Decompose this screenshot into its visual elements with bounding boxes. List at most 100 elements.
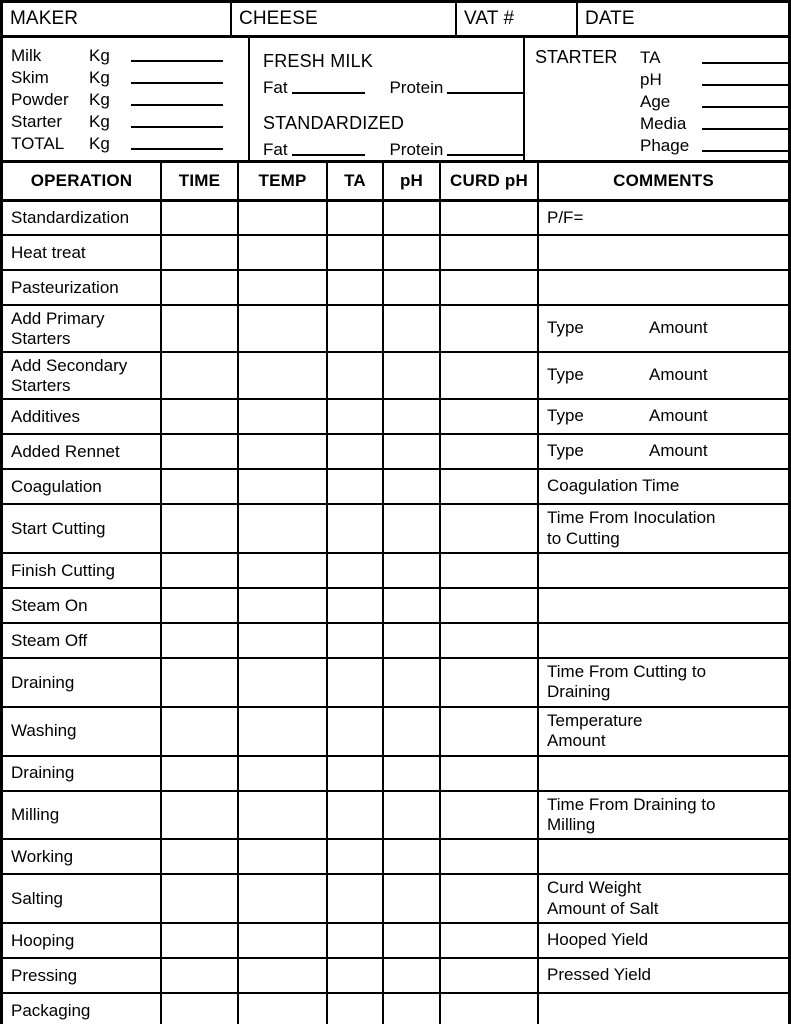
milk-row-input[interactable] <box>131 51 223 62</box>
ta-entry-cell[interactable] <box>327 399 384 436</box>
ta-entry-cell[interactable] <box>327 874 384 925</box>
ph-entry-cell[interactable] <box>383 622 441 659</box>
curd-ph-entry-cell[interactable] <box>440 235 539 271</box>
curd-ph-entry-cell[interactable] <box>440 993 539 1024</box>
time-entry-cell[interactable] <box>161 587 239 624</box>
temp-entry-cell[interactable] <box>238 200 328 236</box>
comment-cell[interactable]: Time From Inoculation to Cutting <box>538 504 788 554</box>
comment-cell[interactable]: Curd Weight Amount of Salt <box>538 874 788 925</box>
time-entry-cell[interactable] <box>161 504 239 554</box>
time-entry-cell[interactable] <box>161 270 239 306</box>
time-entry-cell[interactable] <box>161 790 239 841</box>
comment-cell[interactable]: Temperature Amount <box>538 706 788 757</box>
time-entry-cell[interactable] <box>161 235 239 271</box>
temp-entry-cell[interactable] <box>238 552 328 589</box>
milk-row-input[interactable] <box>131 73 223 84</box>
ta-entry-cell[interactable] <box>327 622 384 659</box>
starter-field-input[interactable] <box>702 53 788 64</box>
time-entry-cell[interactable] <box>161 200 239 236</box>
curd-ph-entry-cell[interactable] <box>440 839 539 876</box>
fresh-milk-fat-input[interactable] <box>291 83 366 94</box>
ph-entry-cell[interactable] <box>383 755 441 792</box>
temp-entry-cell[interactable] <box>238 790 328 841</box>
temp-entry-cell[interactable] <box>238 958 328 995</box>
temp-entry-cell[interactable] <box>238 434 328 471</box>
comment-cell[interactable] <box>538 839 788 876</box>
time-entry-cell[interactable] <box>161 352 239 401</box>
time-entry-cell[interactable] <box>161 839 239 876</box>
ta-entry-cell[interactable] <box>327 839 384 876</box>
comment-cell[interactable]: Pressed Yield <box>538 958 788 995</box>
fresh-milk-protein-input[interactable] <box>447 83 523 94</box>
comment-cell[interactable]: P/F= <box>538 200 788 236</box>
ph-entry-cell[interactable] <box>383 706 441 757</box>
temp-entry-cell[interactable] <box>238 352 328 401</box>
ta-entry-cell[interactable] <box>327 958 384 995</box>
temp-entry-cell[interactable] <box>238 235 328 271</box>
ta-entry-cell[interactable] <box>327 923 384 960</box>
curd-ph-entry-cell[interactable] <box>440 874 539 925</box>
comment-cell[interactable] <box>538 552 788 589</box>
ph-entry-cell[interactable] <box>383 923 441 960</box>
temp-entry-cell[interactable] <box>238 706 328 757</box>
ph-entry-cell[interactable] <box>383 958 441 995</box>
comment-cell[interactable]: Time From Draining to Milling <box>538 790 788 841</box>
ta-entry-cell[interactable] <box>327 305 384 354</box>
comment-cell[interactable]: Coagulation Time <box>538 469 788 506</box>
comment-cell[interactable] <box>538 270 788 306</box>
ta-entry-cell[interactable] <box>327 352 384 401</box>
ph-entry-cell[interactable] <box>383 839 441 876</box>
ta-entry-cell[interactable] <box>327 790 384 841</box>
ta-entry-cell[interactable] <box>327 504 384 554</box>
time-entry-cell[interactable] <box>161 706 239 757</box>
temp-entry-cell[interactable] <box>238 399 328 436</box>
ta-entry-cell[interactable] <box>327 755 384 792</box>
comment-cell[interactable] <box>538 755 788 792</box>
maker-field[interactable]: MAKER <box>3 3 232 35</box>
curd-ph-entry-cell[interactable] <box>440 399 539 436</box>
comment-cell[interactable] <box>538 235 788 271</box>
ph-entry-cell[interactable] <box>383 399 441 436</box>
milk-row-input[interactable] <box>131 95 223 106</box>
milk-row-input[interactable] <box>131 139 223 150</box>
curd-ph-entry-cell[interactable] <box>440 790 539 841</box>
time-entry-cell[interactable] <box>161 469 239 506</box>
temp-entry-cell[interactable] <box>238 657 328 708</box>
milk-row-input[interactable] <box>131 117 223 128</box>
curd-ph-entry-cell[interactable] <box>440 270 539 306</box>
ph-entry-cell[interactable] <box>383 305 441 354</box>
temp-entry-cell[interactable] <box>238 993 328 1024</box>
curd-ph-entry-cell[interactable] <box>440 958 539 995</box>
ta-entry-cell[interactable] <box>327 235 384 271</box>
temp-entry-cell[interactable] <box>238 755 328 792</box>
ta-entry-cell[interactable] <box>327 200 384 236</box>
curd-ph-entry-cell[interactable] <box>440 469 539 506</box>
time-entry-cell[interactable] <box>161 622 239 659</box>
temp-entry-cell[interactable] <box>238 923 328 960</box>
ta-entry-cell[interactable] <box>327 587 384 624</box>
comment-cell[interactable] <box>538 622 788 659</box>
temp-entry-cell[interactable] <box>238 839 328 876</box>
comment-cell[interactable]: Time From Cutting to Draining <box>538 657 788 708</box>
ta-entry-cell[interactable] <box>327 657 384 708</box>
curd-ph-entry-cell[interactable] <box>440 434 539 471</box>
temp-entry-cell[interactable] <box>238 270 328 306</box>
time-entry-cell[interactable] <box>161 399 239 436</box>
curd-ph-entry-cell[interactable] <box>440 504 539 554</box>
curd-ph-entry-cell[interactable] <box>440 755 539 792</box>
time-entry-cell[interactable] <box>161 923 239 960</box>
comment-cell[interactable]: Type Amount <box>538 305 788 354</box>
curd-ph-entry-cell[interactable] <box>440 923 539 960</box>
ph-entry-cell[interactable] <box>383 504 441 554</box>
comment-cell[interactable]: Hooped Yield <box>538 923 788 960</box>
ph-entry-cell[interactable] <box>383 993 441 1024</box>
time-entry-cell[interactable] <box>161 993 239 1024</box>
ph-entry-cell[interactable] <box>383 874 441 925</box>
ta-entry-cell[interactable] <box>327 434 384 471</box>
ph-entry-cell[interactable] <box>383 352 441 401</box>
ta-entry-cell[interactable] <box>327 706 384 757</box>
ph-entry-cell[interactable] <box>383 469 441 506</box>
starter-field-input[interactable] <box>702 141 788 152</box>
time-entry-cell[interactable] <box>161 305 239 354</box>
comment-cell[interactable]: Type Amount <box>538 434 788 471</box>
